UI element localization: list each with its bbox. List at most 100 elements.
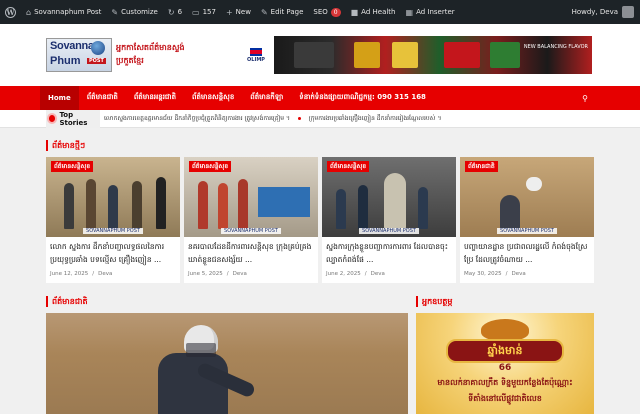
updates-icon: ↻ bbox=[167, 7, 175, 17]
account-menu[interactable]: Howdy, Deva bbox=[572, 6, 640, 18]
photo-figure bbox=[198, 181, 208, 229]
banner-panel bbox=[294, 42, 334, 68]
news-card[interactable]: ព័ត៌មានសន្តិសុខ SOVANNAPHUM POST ស្នងការ… bbox=[322, 157, 456, 283]
avatar bbox=[622, 6, 634, 18]
updates-link[interactable]: ↻ 6 bbox=[163, 0, 187, 24]
site-header: Sovanna Phum POST អ្នកកាសែតព័ត៌មានស្ទង់ប… bbox=[0, 24, 640, 86]
nav-item-international[interactable]: ព័ត៌មានអន្តរជាតិ bbox=[126, 86, 184, 110]
site-logo[interactable]: Sovanna Phum POST អ្នកកាសែតព័ត៌មានស្ទង់ប… bbox=[46, 38, 196, 72]
photo-figure bbox=[108, 185, 118, 229]
photo-figure bbox=[238, 179, 248, 229]
news-card[interactable]: ព័ត៌មានសន្តិសុខ SOVANNAPHUM POST នគរបាលដ… bbox=[184, 157, 318, 283]
ad-brand-text: ឆ្នាំងមាន់ bbox=[446, 339, 564, 363]
photo-figure bbox=[358, 185, 368, 229]
ad-number: 66 bbox=[498, 363, 512, 373]
globe-icon bbox=[91, 41, 105, 55]
card-meta: June 2, 2025/Deva bbox=[326, 271, 385, 277]
photo-watermark: SOVANNAPHUM POST bbox=[221, 228, 281, 234]
card-title[interactable]: បញ្ហាយានដ្ឋាន ប្រជាពលរដ្ឋលើ កំពង់ចុងស្រែ… bbox=[460, 237, 594, 269]
photo-helmet bbox=[526, 177, 542, 191]
banner-can bbox=[490, 42, 520, 68]
nav-item-advertise[interactable]: ទំនាក់ទំនងផ្សាយពាណិជ្ជកម្ម: 090 315 168 bbox=[291, 86, 434, 110]
pencil-icon: ✎ bbox=[260, 7, 268, 17]
top-stories-ticker: Top Stories លោកស្នងការខេត្តឧត្តរមានជ័យ ដ… bbox=[0, 109, 640, 128]
comment-icon: ▭ bbox=[192, 7, 200, 17]
photo-watermark: SOVANNAPHUM POST bbox=[497, 228, 557, 234]
ticker-separator bbox=[297, 117, 301, 120]
top-stories-label: Top Stories bbox=[46, 109, 100, 128]
wp-logo-menu[interactable]: W bbox=[0, 0, 21, 24]
card-title[interactable]: នគរបាលដែនដីការពារសន្តិសុខ ក្រុងគ្រប់គ្រង… bbox=[184, 237, 318, 269]
news-card[interactable]: ព័ត៌មានជាតិ SOVANNAPHUM POST បញ្ហាយានដ្ឋ… bbox=[460, 157, 594, 283]
olimp-logo: OLIMP bbox=[238, 36, 274, 74]
logo-badge: Sovanna Phum POST bbox=[46, 38, 112, 72]
photo-figure bbox=[156, 177, 166, 229]
seo-link[interactable]: SEO 0 bbox=[308, 0, 345, 24]
nav-item-national[interactable]: ព័ត៌មានជាតិ bbox=[79, 86, 126, 110]
ad-inserter-link[interactable]: ▦ Ad Inserter bbox=[401, 0, 460, 24]
banner-can bbox=[392, 42, 418, 68]
seo-count-badge: 0 bbox=[330, 7, 341, 17]
card-title[interactable]: ស្នងការក្រុងខ្លួនបញ្ជាការការពារ ដែលបានចុ… bbox=[322, 237, 456, 269]
howdy-text: Howdy, Deva bbox=[571, 8, 618, 16]
photo-figure bbox=[132, 181, 142, 229]
card-image[interactable]: ព័ត៌មានសន្តិសុខ SOVANNAPHUM POST bbox=[184, 157, 318, 237]
ad-food-image bbox=[481, 319, 529, 341]
card-meta: May 30, 2025/Deva bbox=[464, 271, 526, 277]
featured-national-image[interactable] bbox=[46, 313, 408, 414]
brush-icon: ✎ bbox=[111, 7, 119, 17]
photo-figure bbox=[336, 189, 346, 229]
photo-figure bbox=[418, 187, 428, 229]
national-news-heading: ព័ត៌មានជាតិ bbox=[46, 296, 88, 307]
customize-link[interactable]: ✎ Customize bbox=[106, 0, 162, 24]
warning-icon: ■ bbox=[350, 7, 359, 17]
banner-can bbox=[444, 42, 480, 68]
plus-icon: + bbox=[225, 7, 233, 17]
ticker-items: លោកស្នងការខេត្តឧត្តរមានជ័យ ដឹកនាំកិច្ចប្… bbox=[100, 114, 640, 123]
category-badge[interactable]: ព័ត៌មានសន្តិសុខ bbox=[51, 161, 94, 172]
nav-item-security[interactable]: ព័ត៌មានសន្តិសុខ bbox=[184, 86, 242, 110]
ad-tagline: ទីតាំងនៅលើផ្លូវជាតិលេខ bbox=[468, 394, 542, 403]
banner-artwork: NEW BALANCING FLAVOR bbox=[274, 36, 592, 74]
nav-item-sports[interactable]: ព័ត៌មានកីឡា bbox=[242, 86, 291, 110]
nav-item-home[interactable]: Home bbox=[40, 86, 79, 110]
wordpress-icon: W bbox=[5, 6, 16, 18]
ticker-item[interactable]: លោកស្នងការខេត្តឧត្តរមានជ័យ ដឹកនាំកិច្ចប្… bbox=[104, 115, 290, 122]
category-badge[interactable]: ព័ត៌មានសន្តិសុខ bbox=[327, 161, 370, 172]
live-dot-icon bbox=[49, 115, 56, 122]
new-content-link[interactable]: + New bbox=[221, 0, 256, 24]
comments-link[interactable]: ▭ 157 bbox=[187, 0, 221, 24]
card-image[interactable]: ព័ត៌មានជាតិ SOVANNAPHUM POST bbox=[460, 157, 594, 237]
ad-tagline: មានលក់នាគាលក្រឹត ទិន្នមួយកន្លែងតែប៉ុណ្ណោ… bbox=[437, 378, 573, 387]
logo-khmer-text: អ្នកកាសែតព័ត៌មានស្ទង់ប្រកួតខ្មែរ bbox=[116, 43, 185, 65]
news-card[interactable]: ព័ត៌មានសន្តិសុខ SOVANNAPHUM POST លោក ស្ន… bbox=[46, 157, 180, 283]
card-title[interactable]: លោក ស្នងការ ដឹកនាំបញ្ជាលទ្ធផលនៃការ ប្រយុ… bbox=[46, 237, 180, 269]
site-name-link[interactable]: ⌂ Sovannaphum Post bbox=[21, 0, 106, 24]
grid-icon: ▦ bbox=[405, 7, 414, 17]
wp-admin-bar: W ⌂ Sovannaphum Post ✎ Customize ↻ 6 ▭ 157 +… bbox=[0, 0, 640, 24]
banner-can bbox=[354, 42, 380, 68]
card-image[interactable]: ព័ត៌មានសន្តិសុខ SOVANNAPHUM POST bbox=[322, 157, 456, 237]
main-nav: Home ព័ត៌មានជាតិ ព័ត៌មានអន្តរជាតិ ព័ត៌មា… bbox=[0, 86, 640, 110]
sponsors-heading: អ្នកឧបត្ថម្ភ bbox=[416, 296, 452, 307]
ad-health-link[interactable]: ■ Ad Health bbox=[346, 0, 401, 24]
card-image[interactable]: ព័ត៌មានសន្តិសុខ SOVANNAPHUM POST bbox=[46, 157, 180, 237]
photo-watermark: SOVANNAPHUM POST bbox=[83, 228, 143, 234]
sidebar-ad[interactable]: ឆ្នាំងមាន់ 66 មានលក់នាគាលក្រឹត ទិន្នមួយក… bbox=[416, 313, 594, 414]
category-badge[interactable]: ព័ត៌មានសន្តិសុខ bbox=[189, 161, 232, 172]
home-icon: ⌂ bbox=[26, 7, 32, 17]
ticker-item[interactable]: ក្រុមការងារប្រឆាំងគ្រឿងញៀន ដឹកនាំការរៀងរ… bbox=[309, 115, 441, 122]
category-badge[interactable]: ព័ត៌មានជាតិ bbox=[465, 161, 498, 172]
cambodia-flag-icon bbox=[250, 47, 262, 56]
search-icon[interactable]: ⚲ bbox=[582, 94, 588, 103]
latest-news-heading: ព័ត៌មានថ្មីៗ bbox=[46, 140, 85, 151]
photo-figure bbox=[86, 179, 96, 229]
card-meta: June 12, 2025/Deva bbox=[50, 271, 113, 277]
photo-watermark: SOVANNAPHUM POST bbox=[359, 228, 419, 234]
photo-visor bbox=[186, 343, 216, 357]
edit-page-link[interactable]: ✎ Edit Page bbox=[256, 0, 308, 24]
photo-figure bbox=[384, 173, 406, 229]
header-ad-banner[interactable]: OLIMP NEW BALANCING FLAVOR bbox=[238, 36, 592, 74]
card-meta: June 5, 2025/Deva bbox=[188, 271, 247, 277]
photo-object bbox=[258, 187, 310, 217]
